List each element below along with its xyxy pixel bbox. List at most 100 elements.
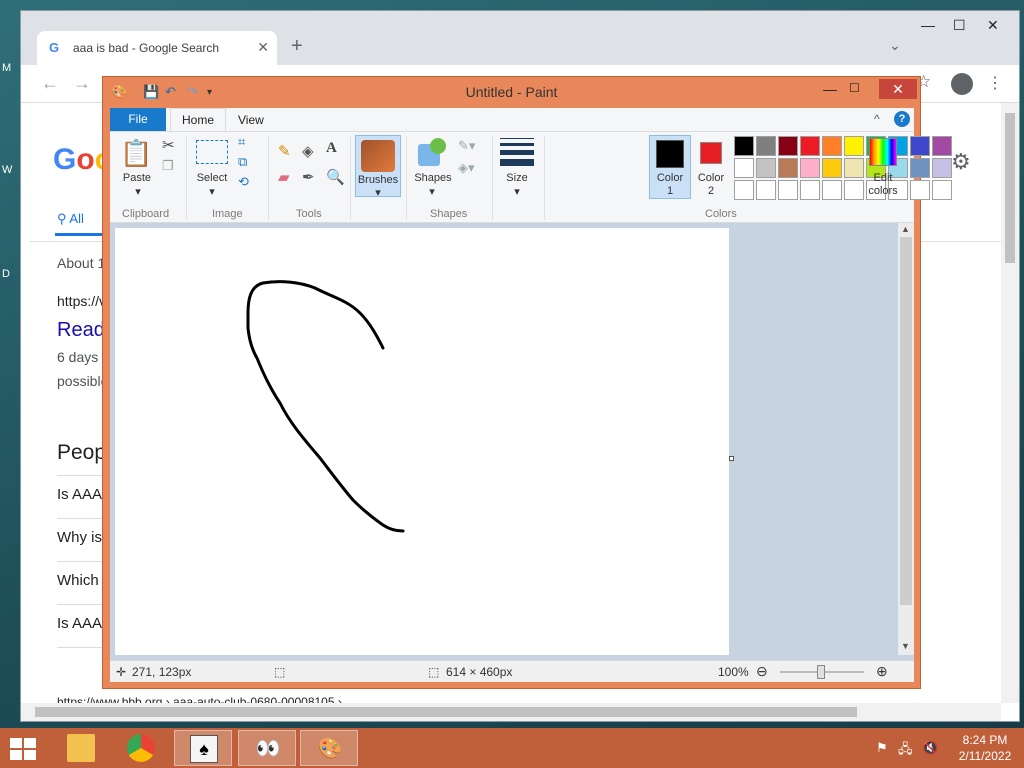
scrollbar-thumb[interactable] bbox=[35, 707, 857, 717]
palette-swatch[interactable] bbox=[910, 136, 930, 156]
palette-swatch[interactable] bbox=[910, 158, 930, 178]
palette-swatch[interactable] bbox=[756, 180, 776, 200]
help-icon[interactable]: ? bbox=[894, 111, 910, 127]
palette-swatch[interactable] bbox=[932, 158, 952, 178]
start-button[interactable] bbox=[10, 738, 36, 760]
tab-close-icon[interactable]: ✕ bbox=[257, 39, 269, 56]
palette-swatch[interactable] bbox=[822, 180, 842, 200]
zoom-in-button[interactable]: ⊕ bbox=[876, 663, 888, 680]
network-icon[interactable]: 🖧 bbox=[898, 740, 913, 762]
paste-button[interactable]: Paste bbox=[116, 172, 158, 184]
solitaire-taskbar-button[interactable]: ♠ bbox=[174, 730, 232, 766]
magnifier-icon[interactable]: 🔍 bbox=[326, 168, 345, 186]
paa-question[interactable]: Is AAA bbox=[57, 486, 102, 503]
palette-swatch[interactable] bbox=[778, 180, 798, 200]
profile-avatar[interactable] bbox=[951, 73, 973, 95]
paa-question[interactable]: Which bbox=[57, 572, 99, 589]
file-explorer-taskbar-button[interactable] bbox=[52, 730, 110, 766]
shapes-button[interactable]: Shapes bbox=[410, 172, 456, 184]
chrome-minimize-button[interactable]: — bbox=[921, 17, 935, 33]
result-title-link[interactable]: Read bbox=[57, 319, 105, 342]
chevron-down-icon[interactable]: ▾ bbox=[509, 185, 525, 198]
tab-view[interactable]: View bbox=[238, 113, 264, 127]
eraser-icon[interactable]: ▰ bbox=[278, 168, 290, 186]
size-button[interactable]: Size bbox=[496, 172, 538, 184]
palette-swatch[interactable] bbox=[932, 136, 952, 156]
tab-all[interactable]: ⚲ All bbox=[57, 211, 84, 227]
chevron-down-icon[interactable]: ▾ bbox=[424, 185, 440, 198]
palette-swatch[interactable] bbox=[756, 158, 776, 178]
pencil-icon[interactable]: ✎ bbox=[278, 142, 291, 160]
palette-swatch[interactable] bbox=[734, 180, 754, 200]
scroll-down-icon[interactable]: ▼ bbox=[901, 641, 910, 651]
zoom-out-button[interactable]: ⊖ bbox=[756, 663, 768, 680]
palette-swatch[interactable] bbox=[734, 158, 754, 178]
chrome-menu-button[interactable]: ⋮ bbox=[987, 73, 1003, 93]
desktop-icon-label[interactable]: M bbox=[2, 62, 11, 74]
chrome-taskbar-button[interactable] bbox=[112, 730, 170, 766]
rotate-icon[interactable]: ⟲ bbox=[238, 174, 249, 190]
forward-button[interactable]: → bbox=[73, 73, 91, 94]
scroll-up-icon[interactable]: ▲ bbox=[901, 224, 910, 234]
select-icon[interactable] bbox=[196, 140, 228, 164]
palette-swatch[interactable] bbox=[734, 136, 754, 156]
palette-swatch[interactable] bbox=[800, 136, 820, 156]
fill-shape-icon[interactable]: ◈▾ bbox=[458, 160, 475, 176]
text-icon[interactable]: A bbox=[326, 140, 337, 157]
chevron-down-icon[interactable]: ▾ bbox=[130, 185, 146, 198]
cut-icon[interactable]: ✂ bbox=[162, 136, 175, 154]
tab-file[interactable]: File bbox=[110, 108, 166, 131]
drawing-canvas[interactable] bbox=[115, 228, 729, 655]
paint-minimize-button[interactable]: — bbox=[823, 81, 837, 97]
edit-colors-button[interactable]: Edit colors bbox=[860, 136, 906, 200]
chevron-down-icon[interactable]: ▾ bbox=[204, 185, 220, 198]
paint-close-button[interactable]: ✕ bbox=[879, 79, 917, 99]
tab-home[interactable]: Home bbox=[170, 108, 226, 132]
color-picker-icon[interactable]: ✒ bbox=[302, 168, 315, 186]
chrome-maximize-button[interactable]: ☐ bbox=[953, 17, 966, 34]
new-tab-button[interactable]: + bbox=[291, 35, 303, 58]
select-button[interactable]: Select bbox=[192, 172, 232, 184]
crop-icon[interactable]: ⌗ bbox=[238, 134, 245, 150]
palette-swatch[interactable] bbox=[932, 180, 952, 200]
palette-swatch[interactable] bbox=[910, 180, 930, 200]
palette-swatch[interactable] bbox=[778, 158, 798, 178]
paa-question[interactable]: Why is bbox=[57, 529, 102, 546]
scrollbar-thumb[interactable] bbox=[900, 237, 912, 605]
paste-icon[interactable]: 📋 bbox=[120, 138, 152, 169]
color2-number[interactable]: 2 bbox=[692, 185, 730, 197]
shapes-icon[interactable] bbox=[418, 138, 448, 168]
canvas-vertical-scrollbar[interactable]: ▲ ▼ bbox=[898, 223, 914, 655]
fill-icon[interactable]: ◈ bbox=[302, 142, 314, 160]
paint-taskbar-button[interactable]: 🎨 bbox=[300, 730, 358, 766]
color1-button[interactable]: Color 1 bbox=[649, 135, 691, 199]
browser-tab[interactable]: G aaa is bad - Google Search ✕ bbox=[37, 31, 277, 65]
scrollbar-thumb[interactable] bbox=[1005, 113, 1015, 263]
copy-icon[interactable]: ❐ bbox=[162, 158, 174, 174]
desktop-icon-label[interactable]: D bbox=[2, 268, 10, 280]
flag-icon[interactable]: ⚑ bbox=[876, 740, 888, 756]
system-clock[interactable]: 8:24 PM 2/11/2022 bbox=[950, 732, 1020, 764]
collapse-ribbon-button[interactable]: ^ bbox=[874, 112, 880, 126]
palette-swatch[interactable] bbox=[822, 136, 842, 156]
zoom-slider-thumb[interactable] bbox=[817, 665, 825, 679]
page-vertical-scrollbar[interactable] bbox=[1001, 103, 1019, 703]
page-horizontal-scrollbar[interactable] bbox=[21, 703, 1001, 721]
palette-swatch[interactable] bbox=[800, 180, 820, 200]
paa-question[interactable]: Is AAA bbox=[57, 615, 102, 632]
palette-swatch[interactable] bbox=[756, 136, 776, 156]
tab-search-button[interactable]: ⌄ bbox=[889, 37, 901, 54]
outline-icon[interactable]: ✎▾ bbox=[458, 138, 475, 154]
resize-icon[interactable]: ⧉ bbox=[238, 154, 247, 170]
eyes-app-taskbar-button[interactable]: 👀 bbox=[238, 730, 296, 766]
palette-swatch[interactable] bbox=[822, 158, 842, 178]
color2-swatch[interactable] bbox=[700, 142, 722, 164]
desktop-icon-label[interactable]: W bbox=[2, 164, 12, 176]
brushes-button[interactable]: Brushes ▾ bbox=[355, 135, 401, 199]
back-button[interactable]: ← bbox=[41, 73, 59, 94]
palette-swatch[interactable] bbox=[800, 158, 820, 178]
color2-label[interactable]: Color bbox=[692, 172, 730, 184]
size-icon[interactable] bbox=[500, 138, 534, 168]
canvas-resize-handle[interactable] bbox=[729, 456, 734, 461]
volume-muted-icon[interactable]: 🔇 bbox=[922, 740, 938, 756]
